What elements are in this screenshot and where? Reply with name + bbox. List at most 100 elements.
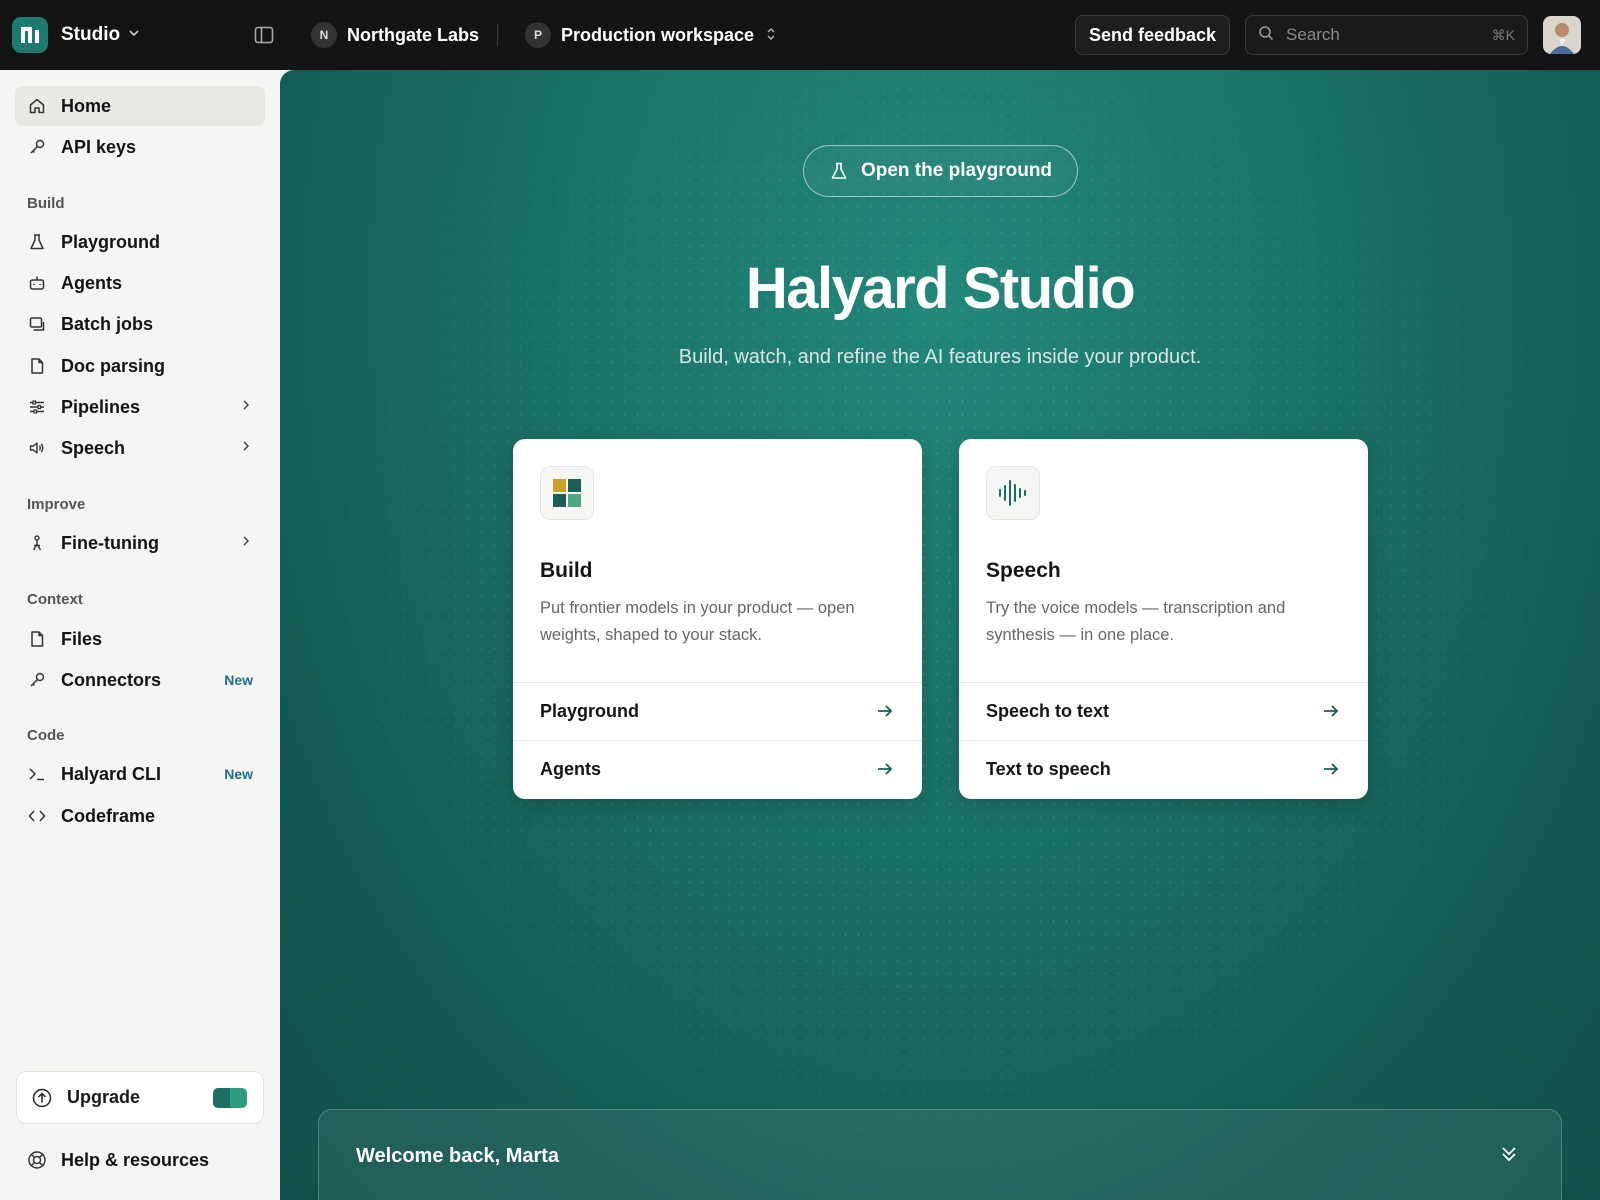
chevron-right-icon [241,534,251,552]
sidebar-item-label: Files [61,628,103,649]
file-icon [27,629,47,649]
help-label: Help & resources [61,1149,210,1170]
top-bar: Studio N Northgate Labs P Production wor… [0,0,1600,70]
org-switcher[interactable]: N Northgate Labs [311,22,479,48]
new-badge: New [224,672,253,688]
flask-icon [829,161,849,181]
sidebar-item-label: Batch jobs [61,313,154,334]
search-shortcut: ⌘K [1491,26,1515,43]
chevron-updown-icon [766,25,776,46]
welcome-panel: Welcome back, Marta [318,1109,1562,1200]
card-title: Build [540,559,593,582]
card-description: Put frontier models in your product — op… [540,599,855,644]
new-badge: New [224,766,253,782]
chevron-right-icon [241,439,251,457]
flask-icon [27,232,47,252]
sidebar-item-label: Codeframe [61,805,156,826]
lifebuoy-icon [27,1150,47,1170]
project-name: Production workspace [561,24,755,45]
key-icon [27,670,47,690]
project-switcher[interactable]: P Production workspace [525,22,776,48]
link-label: Speech to text [986,700,1110,721]
home-icon [27,96,47,116]
help-resources-link[interactable]: Help & resources [15,1140,265,1180]
sidebar-item-home[interactable]: Home [15,86,265,126]
sidebar-item-label: Pipelines [61,396,141,417]
sidebar-item-doc-parsing[interactable]: Doc parsing [15,346,265,386]
sidebar-item-pipelines[interactable]: Pipelines [15,387,265,427]
sidebar-item-playground[interactable]: Playground [15,222,265,262]
section-label-improve: Improve [27,496,86,513]
playground-link[interactable]: Playground [513,682,922,739]
arrow-right-icon [876,703,894,724]
chevron-down-icon [128,26,140,44]
plan-chip [213,1088,247,1108]
section-label-build: Build [27,195,65,212]
upgrade-label: Upgrade [67,1087,141,1107]
link-label: Agents [540,758,602,779]
batch-icon [27,314,47,334]
org-name: Northgate Labs [347,24,480,45]
speaker-icon [27,438,47,458]
divider [497,24,498,46]
speech-to-text-link[interactable]: Speech to text [959,682,1368,739]
sidebar-item-label: Fine-tuning [61,532,159,553]
sidebar-item-halyard-cli[interactable]: Halyard CLI New [15,754,265,794]
open-playground-button[interactable]: Open the playground [803,145,1078,197]
document-icon [27,356,47,376]
chevron-right-icon [241,398,251,416]
sidebar-item-agents[interactable]: Agents [15,263,265,303]
page-subtitle: Build, watch, and refine the AI features… [678,346,1202,368]
arrow-right-icon [1322,703,1340,724]
sidebar-item-label: API keys [61,136,137,157]
grid-blocks-icon [540,466,594,520]
arrow-right-icon [1322,761,1340,782]
dot-pattern [280,70,1600,1200]
card-description: Try the voice models — transcription and… [986,599,1286,644]
sidebar-toggle-icon[interactable] [253,24,275,46]
search-input[interactable]: Search ⌘K [1245,15,1528,55]
sidebar-item-fine-tuning[interactable]: Fine-tuning [15,523,265,563]
sidebar-item-connectors[interactable]: Connectors New [15,660,265,700]
pill-label: Open the playground [860,160,1053,181]
upgrade-button[interactable]: Upgrade [16,1071,264,1124]
robot-icon [27,273,47,293]
sidebar-item-label: Speech [61,437,126,458]
sidebar-item-speech[interactable]: Speech [15,428,265,468]
key-icon [27,137,47,157]
sidebar-item-files[interactable]: Files [15,619,265,659]
sliders-icon [27,397,47,417]
search-icon [1258,25,1274,46]
arrow-right-icon [876,761,894,782]
send-feedback-button[interactable]: Send feedback [1075,15,1230,55]
waveform-icon [986,466,1040,520]
avatar[interactable] [1543,16,1581,54]
link-label: Playground [540,700,640,721]
page-title: Halyard Studio [745,256,1136,321]
sidebar: Home API keys Build Playground Agents Ba… [0,70,280,1200]
tuning-icon [27,533,47,553]
app-name: Studio [61,24,121,45]
main-content: Open the playground Halyard Studio Build… [280,70,1600,1200]
section-label-code: Code [27,727,65,744]
org-badge: N [311,22,337,48]
sidebar-item-label: Home [61,95,112,116]
welcome-message: Welcome back, Marta [356,1145,560,1167]
build-card: Build Put frontier models in your produc… [513,439,922,799]
speech-card: Speech Try the voice models — transcript… [959,439,1368,799]
sidebar-item-batch-jobs[interactable]: Batch jobs [15,304,265,344]
arrow-up-circle-icon [32,1088,52,1108]
agents-link[interactable]: Agents [513,740,922,797]
sidebar-item-codeframe[interactable]: Codeframe [15,796,265,836]
chevrons-down-icon[interactable] [1500,1145,1518,1168]
sidebar-item-api-keys[interactable]: API keys [15,127,265,167]
app-logo [12,17,48,53]
app-switcher[interactable]: Studio [12,17,140,53]
section-label-context: Context [27,591,83,608]
sidebar-item-label: Playground [61,231,161,252]
text-to-speech-link[interactable]: Text to speech [959,740,1368,797]
search-placeholder: Search [1286,25,1340,44]
sidebar-item-label: Agents [61,272,123,293]
terminal-icon [27,764,47,784]
sidebar-item-label: Connectors [61,669,162,690]
